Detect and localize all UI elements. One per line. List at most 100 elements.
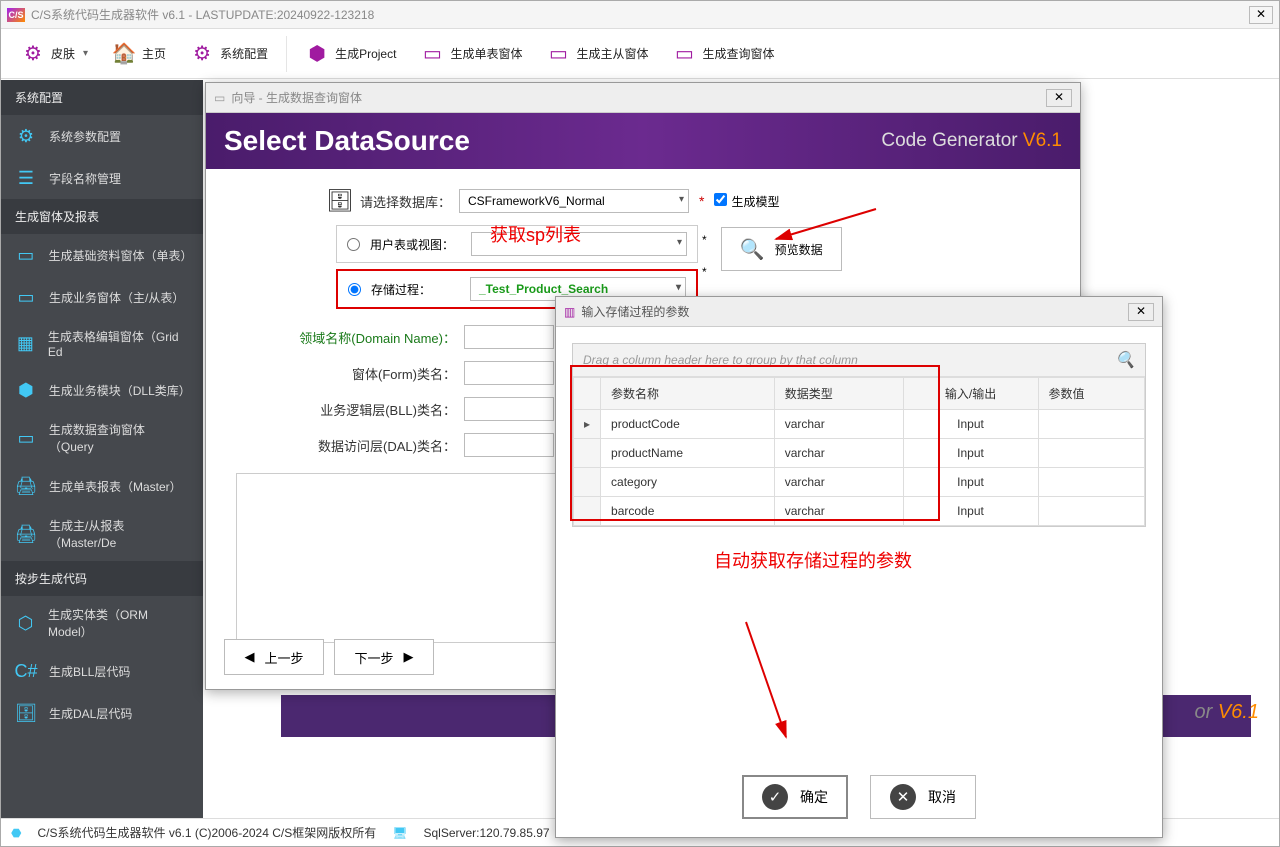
table-row[interactable]: category varchar Input xyxy=(574,468,1145,497)
params-title: 输入存储过程的参数 xyxy=(581,303,1128,320)
table-row[interactable]: barcode varchar Input xyxy=(574,497,1145,526)
sidebar-item-query-form[interactable]: ▭生成数据查询窗体（Query xyxy=(1,411,203,465)
table-select[interactable]: ▾ xyxy=(471,232,687,256)
toolbar-gen-project[interactable]: ⬢生成Project xyxy=(295,36,406,72)
db-select[interactable]: CSFrameworkV6_Normal▾ xyxy=(459,189,689,213)
sidebar-item-basic-form[interactable]: ▭生成基础资料窗体（单表） xyxy=(1,234,203,276)
form-label: 窗体(Form)类名： xyxy=(236,364,456,383)
grid-header-row: 参数名称 数据类型 输入/输出 参数值 xyxy=(574,378,1145,410)
toolbar-gen-single-form[interactable]: ▭生成单表窗体 xyxy=(410,36,532,72)
sidebar-item-biz-form[interactable]: ▭生成业务窗体（主/从表） xyxy=(1,276,203,318)
main-close-button[interactable]: ✕ xyxy=(1249,6,1273,24)
list-icon: ☰ xyxy=(15,167,37,189)
print-icon: 🖨 xyxy=(15,475,37,497)
gears-icon: ⚙ xyxy=(190,42,214,66)
cell-data-type[interactable]: varchar xyxy=(774,439,903,468)
col-data-type[interactable]: 数据类型 xyxy=(774,378,903,410)
gear-icon: ⚙ xyxy=(15,125,37,147)
triangle-left-icon: ◀ xyxy=(244,649,254,665)
gen-model-checkbox[interactable]: 生成模型 xyxy=(714,193,779,210)
table-row[interactable]: ▸ productCode varchar Input xyxy=(574,410,1145,439)
search-icon: ▭ xyxy=(15,427,37,449)
cube-icon: ⬢ xyxy=(15,379,37,401)
sidebar-item-bll[interactable]: C#生成BLL层代码 xyxy=(1,650,203,692)
radio-table-view[interactable]: 用户表或视图： ▾ xyxy=(336,225,698,263)
cell-param-name[interactable]: category xyxy=(601,468,775,497)
sidebar-item-dll-module[interactable]: ⬢生成业务模块（DLL类库） xyxy=(1,369,203,411)
chevron-down-icon: ▾ xyxy=(679,194,684,205)
params-dialog: ▥ 输入存储过程的参数 ✕ Drag a column header here … xyxy=(555,296,1163,838)
required-mark: * xyxy=(702,265,707,279)
params-body: Drag a column header here to group by th… xyxy=(556,327,1162,543)
cell-data-type[interactable]: varchar xyxy=(774,468,903,497)
cell-direction[interactable]: Input xyxy=(903,439,1038,468)
preview-data-button[interactable]: 🔍 预览数据 xyxy=(721,227,842,271)
wizard-close-button[interactable]: ✕ xyxy=(1046,89,1072,107)
home-icon: 🏠 xyxy=(112,42,136,66)
toolbar-sysconfig[interactable]: ⚙系统配置 xyxy=(180,36,278,72)
sidebar-group-sysconfig: 系统配置 xyxy=(1,80,203,115)
cell-data-type[interactable]: varchar xyxy=(774,497,903,526)
row-indicator xyxy=(574,468,601,497)
params-titlebar: ▥ 输入存储过程的参数 ✕ xyxy=(556,297,1162,327)
gear-icon: ⚙ xyxy=(21,42,45,66)
cancel-button[interactable]: ✕取消 xyxy=(870,775,976,819)
ok-button[interactable]: ✓确定 xyxy=(742,775,848,819)
cell-param-name[interactable]: productName xyxy=(601,439,775,468)
dal-label: 数据访问层(DAL)类名： xyxy=(236,436,456,455)
form-input[interactable] xyxy=(464,361,554,385)
wizard-icon: ▭ xyxy=(214,91,225,105)
bll-input[interactable] xyxy=(464,397,554,421)
row-indicator xyxy=(574,439,601,468)
sidebar-item-grid-form[interactable]: ▦生成表格编辑窗体（Grid Ed xyxy=(1,318,203,369)
cell-value[interactable] xyxy=(1038,497,1144,526)
cell-value[interactable] xyxy=(1038,410,1144,439)
wizard-title: 向导 - 生成数据查询窗体 xyxy=(231,89,1046,106)
cell-value[interactable] xyxy=(1038,439,1144,468)
sidebar-item-sysparams[interactable]: ⚙系统参数配置 xyxy=(1,115,203,157)
close-icon: ✕ xyxy=(890,784,916,810)
toolbar-skin[interactable]: ⚙皮肤▾ xyxy=(11,36,98,72)
next-button[interactable]: 下一步▶ xyxy=(334,639,434,675)
grid-group-panel[interactable]: Drag a column header here to group by th… xyxy=(573,344,1145,377)
prev-button[interactable]: ◀上一步 xyxy=(224,639,324,675)
cell-direction[interactable]: Input xyxy=(903,410,1038,439)
table-row[interactable]: productName varchar Input xyxy=(574,439,1145,468)
form-icon: ▭ xyxy=(15,244,36,266)
wizard-nav: ◀上一步 下一步▶ xyxy=(224,639,434,675)
sidebar-group-stepgen: 按步生成代码 xyxy=(1,561,203,596)
toolbar-gen-master-detail[interactable]: ▭生成主从窗体 xyxy=(536,36,658,72)
col-value[interactable]: 参数值 xyxy=(1038,378,1144,410)
cell-direction[interactable]: Input xyxy=(903,468,1038,497)
cell-value[interactable] xyxy=(1038,468,1144,497)
sidebar: 系统配置 ⚙系统参数配置 ☰字段名称管理 生成窗体及报表 ▭生成基础资料窗体（单… xyxy=(1,80,203,818)
sidebar-item-master-report[interactable]: 🖨生成单表报表（Master） xyxy=(1,465,203,507)
params-close-button[interactable]: ✕ xyxy=(1128,303,1154,321)
triangle-right-icon: ▶ xyxy=(404,649,414,665)
cell-param-name[interactable]: productCode xyxy=(601,410,775,439)
status-app: C/S系统代码生成器软件 v6.1 (C)2006-2024 C/S框架网版权所… xyxy=(37,824,376,841)
annotation-arrow-2 xyxy=(721,617,801,747)
wizard-titlebar: ▭ 向导 - 生成数据查询窗体 ✕ xyxy=(206,83,1080,113)
domain-input[interactable] xyxy=(464,325,554,349)
database-icon: 🗄 xyxy=(15,702,37,724)
col-param-name[interactable]: 参数名称 xyxy=(601,378,775,410)
cube-icon: ⬡ xyxy=(15,612,36,634)
required-mark: * xyxy=(702,233,707,247)
cell-data-type[interactable]: varchar xyxy=(774,410,903,439)
print-icon: 🖨 xyxy=(15,523,37,545)
sidebar-item-dal[interactable]: 🗄生成DAL层代码 xyxy=(1,692,203,734)
params-icon: ▥ xyxy=(564,305,575,319)
dal-input[interactable] xyxy=(464,433,554,457)
cell-direction[interactable]: Input xyxy=(903,497,1038,526)
sidebar-item-fieldnames[interactable]: ☰字段名称管理 xyxy=(1,157,203,199)
sidebar-item-md-report[interactable]: 🖨生成主/从报表（Master/De xyxy=(1,507,203,561)
toolbar-home[interactable]: 🏠主页 xyxy=(102,36,176,72)
toolbar-gen-query-form[interactable]: ▭生成查询窗体 xyxy=(662,36,784,72)
search-icon[interactable]: 🔍 xyxy=(1115,350,1135,370)
database-icon: 🗄 xyxy=(326,187,354,215)
col-direction[interactable]: 输入/输出 xyxy=(903,378,1038,410)
sidebar-item-orm[interactable]: ⬡生成实体类（ORM Model） xyxy=(1,596,203,650)
wizard-header: Select DataSource Code Generator V6.1 xyxy=(206,113,1080,169)
cell-param-name[interactable]: barcode xyxy=(601,497,775,526)
